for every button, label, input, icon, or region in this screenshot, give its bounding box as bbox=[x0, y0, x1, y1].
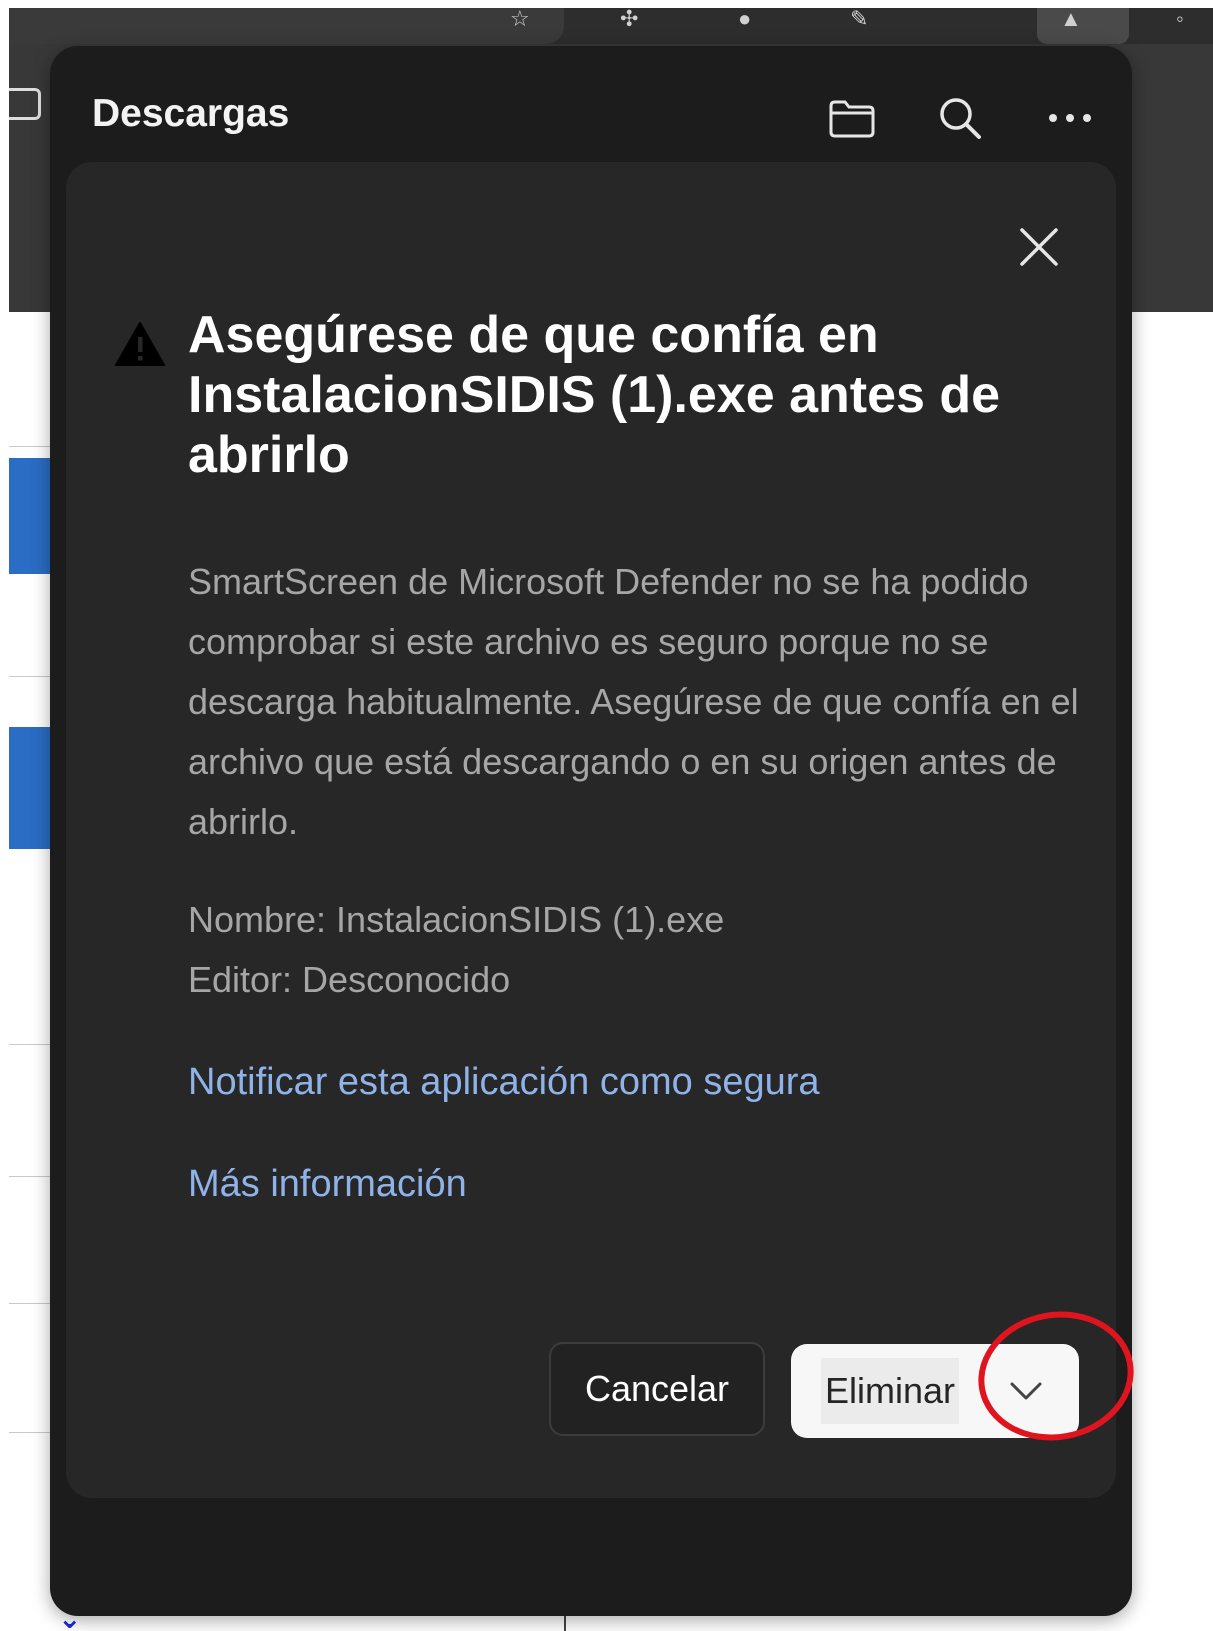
more-info-link[interactable]: Más información bbox=[188, 1154, 467, 1214]
extensions-icon[interactable]: ✣ bbox=[620, 8, 638, 30]
pen-icon[interactable]: ✎ bbox=[850, 8, 868, 30]
search-icon[interactable] bbox=[936, 94, 984, 142]
warning-heading: Asegúrese de que confía en InstalacionSI… bbox=[188, 306, 1001, 484]
cancel-button[interactable]: Cancelar bbox=[549, 1342, 765, 1436]
downloads-toolbar-button[interactable] bbox=[1037, 8, 1129, 44]
address-bar[interactable] bbox=[9, 8, 564, 44]
profile-icon[interactable]: ◦ bbox=[1176, 8, 1184, 30]
copilot-icon[interactable]: ● bbox=[738, 8, 751, 30]
folder-icon[interactable] bbox=[828, 94, 876, 142]
warning-description: SmartScreen de Microsoft Defender no se … bbox=[188, 561, 1079, 842]
report-safe-link[interactable]: Notificar esta aplicación como segura bbox=[188, 1052, 820, 1112]
smartscreen-warning-card: Asegúrese de que confía en InstalacionSI… bbox=[66, 162, 1116, 1498]
panel-title: Descargas bbox=[92, 92, 290, 135]
file-name: Nombre: InstalacionSIDIS (1).exe bbox=[188, 899, 725, 940]
delete-button[interactable]: Eliminar bbox=[791, 1344, 1079, 1438]
file-publisher: Editor: Desconocido bbox=[188, 959, 511, 1000]
delete-button-label: Eliminar bbox=[821, 1358, 960, 1424]
downloads-panel: Descargas Asegúrese de que confía en Ins… bbox=[50, 46, 1132, 1616]
warning-icon bbox=[114, 320, 166, 368]
download-warning-icon[interactable]: ▲ bbox=[1060, 8, 1082, 30]
more-icon[interactable] bbox=[1046, 94, 1094, 142]
favorite-icon[interactable]: ☆ bbox=[510, 8, 530, 30]
tab-icon bbox=[9, 88, 41, 120]
window-edge bbox=[0, 0, 9, 1631]
close-icon[interactable] bbox=[1014, 222, 1064, 272]
chevron-down-icon[interactable] bbox=[1009, 1380, 1043, 1407]
